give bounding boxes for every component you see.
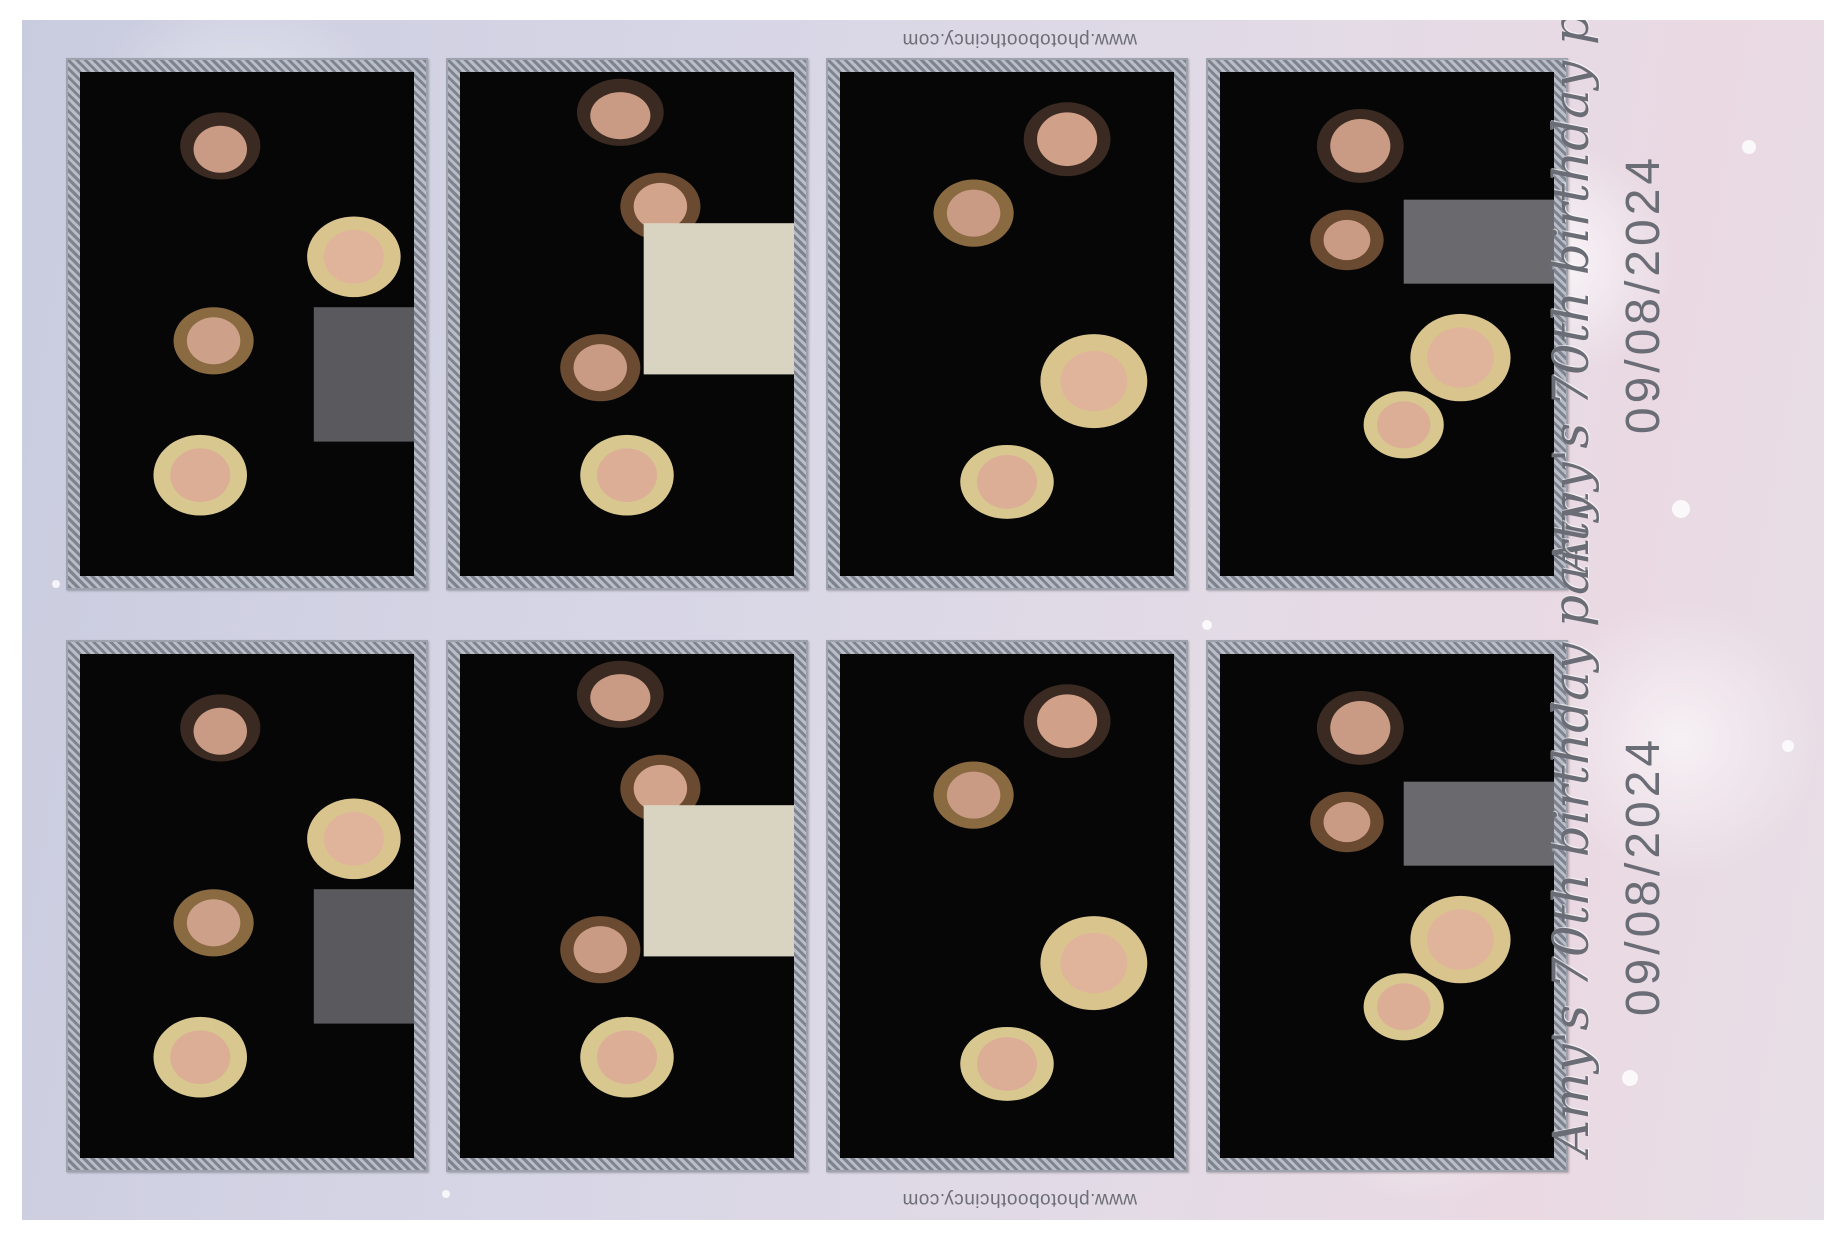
caption-date: 09/08/2024 (1617, 153, 1670, 435)
photo-frame-8 (1206, 640, 1568, 1172)
sparkle (1742, 140, 1756, 154)
sparkle (1202, 620, 1212, 630)
caption-date: 09/08/2024 (1617, 735, 1670, 1017)
photo-7 (840, 654, 1174, 1158)
group-photo-image (933, 684, 1148, 1101)
photo-frame-3 (826, 58, 1188, 590)
caption-title: Amy's 70th birthday party (1542, 492, 1600, 1156)
photo-1 (80, 72, 414, 576)
photo-5 (80, 654, 414, 1158)
group-photo-image (153, 112, 414, 516)
photo-8 (1220, 654, 1554, 1158)
caption-bottom: Amy's 70th birthday party 09/08/2024 (1542, 492, 1742, 1156)
photo-frame-7 (826, 640, 1188, 1172)
photo-3 (840, 72, 1174, 576)
photo-4 (1220, 72, 1554, 576)
group-photo-image (560, 660, 794, 1098)
sparkle (442, 1190, 450, 1198)
group-photo-image (1310, 108, 1554, 459)
group-photo-image (153, 694, 414, 1098)
sparkle (1782, 740, 1794, 752)
caption-title: Amy's 70th birthday party (1542, 20, 1600, 574)
photo-2 (460, 72, 794, 576)
photo-frame-1 (66, 58, 428, 590)
caption-top: Amy's 70th birthday party 09/08/2024 (1542, 20, 1742, 574)
group-photo-image (560, 78, 794, 516)
watermark-bottom: www.photoboothcincy.com (902, 1189, 1138, 1210)
photo-frame-4 (1206, 58, 1568, 590)
sparkle (52, 580, 60, 588)
group-photo-image (933, 102, 1148, 519)
photo-frame-6 (446, 640, 808, 1172)
photo-frame-5 (66, 640, 428, 1172)
photo-frame-2 (446, 58, 808, 590)
photo-strip-page: www.photoboothcincy.com www.photoboothci… (0, 0, 1844, 1240)
photo-strip-print: www.photoboothcincy.com www.photoboothci… (22, 20, 1824, 1220)
watermark-top: www.photoboothcincy.com (902, 29, 1138, 50)
group-photo-image (1310, 690, 1554, 1041)
photo-6 (460, 654, 794, 1158)
